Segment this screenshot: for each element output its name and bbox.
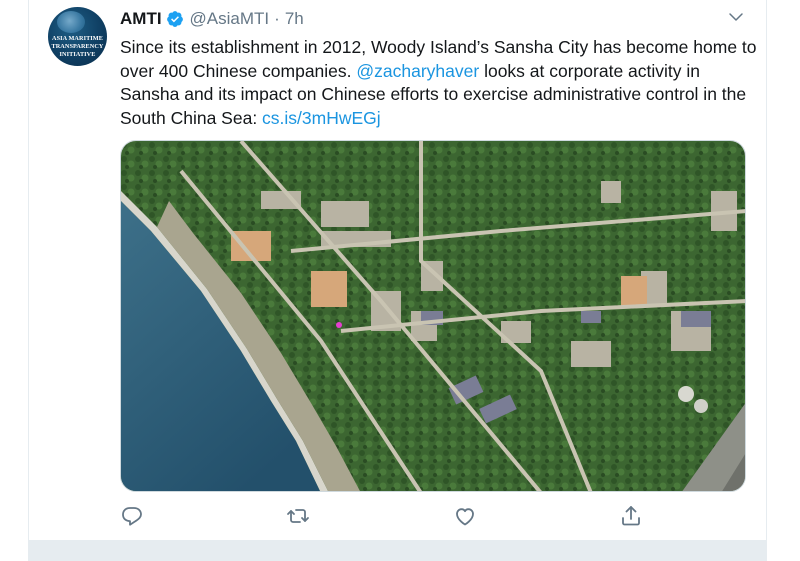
- share-icon[interactable]: [619, 504, 643, 528]
- tweet-header: AMTI @AsiaMTI · 7h: [120, 8, 304, 30]
- reply-icon[interactable]: [120, 504, 144, 528]
- mention-link[interactable]: @zacharyhaver: [356, 61, 479, 81]
- timestamp[interactable]: 7h: [285, 9, 304, 29]
- separator-dot: ·: [274, 9, 280, 28]
- verified-badge-icon: [166, 11, 183, 27]
- display-name[interactable]: AMTI: [120, 9, 162, 29]
- article-link[interactable]: cs.is/3mHwEGj: [262, 108, 381, 128]
- retweet-icon[interactable]: [286, 504, 310, 528]
- satellite-image[interactable]: [120, 140, 746, 492]
- tweet-separator: [28, 540, 766, 561]
- timeline-right-border: [766, 0, 767, 561]
- avatar[interactable]: ASIA MARITIME TRANSPARENCY INITIATIVE: [48, 7, 107, 66]
- tweet-text: Since its establishment in 2012, Woody I…: [120, 36, 760, 130]
- chevron-down-icon[interactable]: [727, 8, 745, 26]
- user-handle[interactable]: @AsiaMTI: [190, 9, 270, 29]
- heart-icon[interactable]: [453, 504, 477, 528]
- avatar-logo-text: ASIA MARITIME TRANSPARENCY INITIATIVE: [51, 35, 104, 58]
- satellite-image-drawing: [121, 141, 745, 491]
- timeline-left-border: [28, 0, 29, 561]
- globe-icon: [57, 11, 85, 33]
- tweet-actions: [120, 504, 660, 530]
